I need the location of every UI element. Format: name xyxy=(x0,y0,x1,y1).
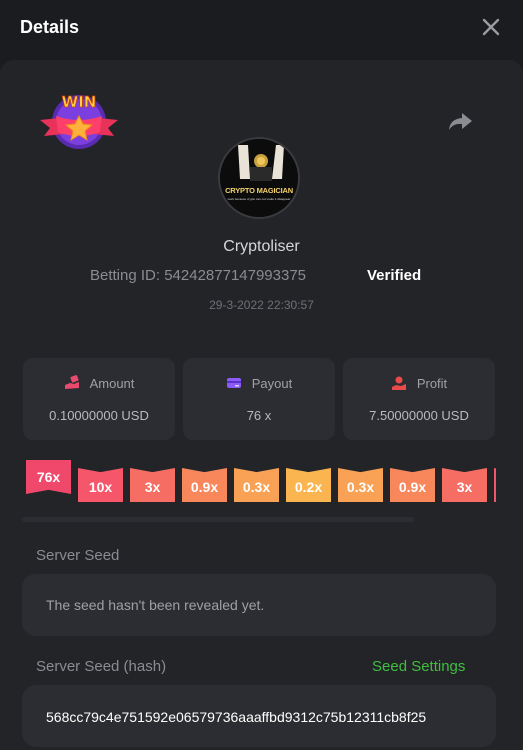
magician-image xyxy=(220,139,298,217)
multiplier-strip[interactable]: 76x 10x 3x 0.9x 0.3x 0.2x 0.3x 0.9x 3x xyxy=(26,460,496,506)
multiplier-chip: 10x xyxy=(78,468,123,502)
bet-date: 29-3-2022 22:30:57 xyxy=(209,298,314,312)
server-seed-value: The seed hasn't been revealed yet. xyxy=(46,597,265,613)
multiplier-chip-selected: 76x xyxy=(26,460,71,494)
money-hand-icon xyxy=(64,375,79,389)
server-seed-field: The seed hasn't been revealed yet. xyxy=(22,574,496,636)
stat-payout-value: 76 x xyxy=(246,408,272,423)
stat-amount: Amount 0.10000000 USD xyxy=(23,358,175,440)
server-seed-hash-field[interactable]: 568cc79c4e751592e06579736aaaffbd9312c75b… xyxy=(22,685,496,747)
profit-hand-icon xyxy=(391,376,406,390)
win-badge-icon: WIN xyxy=(40,93,118,149)
card-icon xyxy=(226,378,241,388)
server-seed-hash-value: 568cc79c4e751592e06579736aaaffbd9312c75b… xyxy=(46,709,427,725)
share-icon[interactable] xyxy=(446,107,474,135)
server-seed-hash-label: Server Seed (hash) xyxy=(36,658,167,675)
header: Details xyxy=(0,0,523,58)
seed-settings-link[interactable]: Seed Settings xyxy=(372,658,465,675)
stat-payout: Payout 76 x xyxy=(183,358,335,440)
multiplier-chip xyxy=(494,468,496,502)
multiplier-chip: 0.2x xyxy=(286,468,331,502)
page-title: Details xyxy=(20,17,80,37)
avatar-subtitle: work because crypto can not make it disa… xyxy=(227,197,291,201)
horizontal-scrollbar[interactable] xyxy=(22,517,414,522)
multiplier-chip: 0.9x xyxy=(390,468,435,502)
avatar: CRYPTO MAGICIAN work because crypto can … xyxy=(218,137,300,219)
multiplier-chip: 0.3x xyxy=(338,468,383,502)
close-icon[interactable] xyxy=(478,14,504,40)
stat-profit: Profit 7.50000000 USD xyxy=(343,358,495,440)
multiplier-chip: 0.9x xyxy=(182,468,227,502)
multiplier-chip: 3x xyxy=(130,468,175,502)
multiplier-chip: 3x xyxy=(442,468,487,502)
username: Cryptoliser xyxy=(223,238,300,255)
stat-payout-label: Payout xyxy=(251,376,293,391)
stat-amount-value: 0.10000000 USD xyxy=(49,408,149,423)
stat-profit-value: 7.50000000 USD xyxy=(369,408,469,423)
betting-id: Betting ID: 54242877147993375 xyxy=(90,267,307,284)
multiplier-chip: 0.3x xyxy=(234,468,279,502)
stat-amount-label: Amount xyxy=(89,376,135,391)
svg-text:WIN: WIN xyxy=(62,93,97,111)
avatar-title: CRYPTO MAGICIAN xyxy=(225,186,293,195)
server-seed-label: Server Seed xyxy=(36,547,120,564)
stat-profit-label: Profit xyxy=(416,376,448,391)
verified-status: Verified xyxy=(367,267,422,284)
